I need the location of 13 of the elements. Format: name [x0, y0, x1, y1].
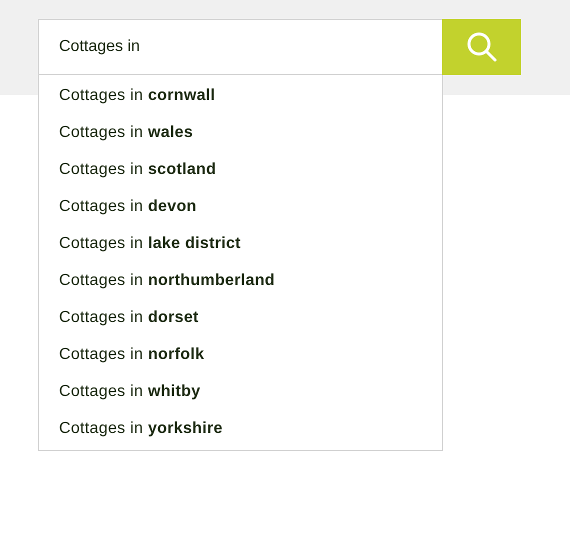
suggestion-item[interactable]: Cottages in cornwall — [39, 77, 442, 114]
suggestion-item[interactable]: Cottages in yorkshire — [39, 410, 442, 447]
suggestion-item[interactable]: Cottages in dorset — [39, 299, 442, 336]
suggestion-item[interactable]: Cottages in whitby — [39, 373, 442, 410]
suggestion-item[interactable]: Cottages in lake district — [39, 225, 442, 262]
suggestion-item[interactable]: Cottages in norfolk — [39, 336, 442, 373]
suggestion-item[interactable]: Cottages in scotland — [39, 151, 442, 188]
suggestion-item[interactable]: Cottages in wales — [39, 114, 442, 151]
suggestion-item[interactable]: Cottages in northumberland — [39, 262, 442, 299]
suggestion-item[interactable]: Cottages in devon — [39, 188, 442, 225]
search-icon — [466, 31, 498, 63]
search-button[interactable] — [442, 19, 521, 75]
search-field[interactable]: Cottages in — [38, 19, 442, 75]
